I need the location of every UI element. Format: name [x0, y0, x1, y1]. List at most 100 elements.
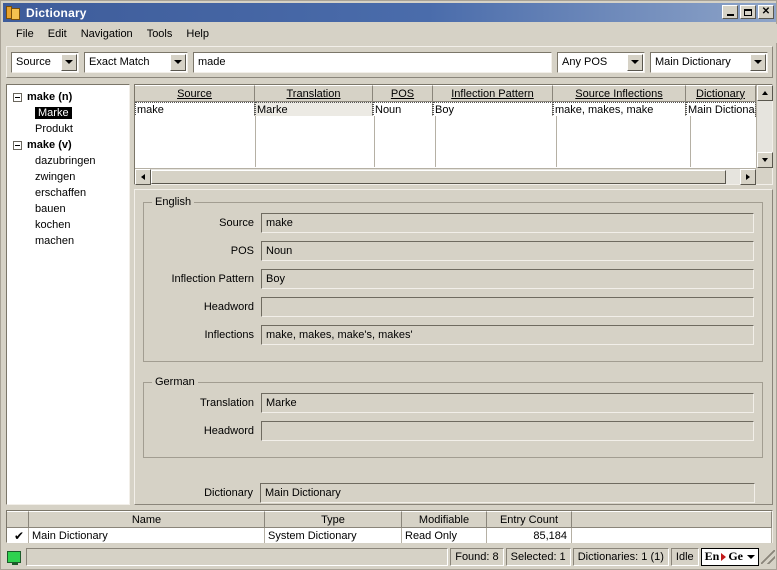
tree-node-label: machen	[35, 235, 75, 247]
status-dictionaries: Dictionaries: 1 (1)	[572, 547, 669, 566]
table-vertical-scrollbar[interactable]	[756, 85, 773, 168]
scroll-left-button[interactable]	[135, 168, 151, 185]
row-checkbox[interactable]: ✔	[7, 528, 29, 543]
hscroll-thumb[interactable]	[151, 169, 726, 184]
match-mode-combo[interactable]: Exact Match	[84, 51, 188, 73]
column-header-check[interactable]	[7, 511, 29, 527]
maximize-button[interactable]	[740, 5, 756, 19]
chevron-down-icon[interactable]	[61, 53, 77, 71]
cell-source-inflections[interactable]: make, makes, make	[553, 102, 686, 117]
field-value-inflection-pattern[interactable]: Boy	[261, 269, 754, 289]
status-state: Idle	[670, 547, 699, 566]
cell-entry-count: 85,184	[487, 528, 572, 543]
dictionary-filter-combo[interactable]: Main Dictionary	[650, 51, 768, 73]
collapse-icon[interactable]	[13, 92, 22, 102]
field-translation: Translation Marke	[144, 392, 754, 414]
tree-node-make-n[interactable]: make (n)	[7, 89, 129, 105]
tree-node-label: bauen	[35, 203, 66, 215]
tree-node-dazubringen[interactable]: dazubringen	[7, 153, 129, 169]
column-header-entry-count[interactable]: Entry Count	[487, 511, 572, 527]
column-header-source-inflections[interactable]: Source Inflections	[553, 85, 686, 101]
field-source: Source make	[144, 212, 754, 234]
tree-node-erschaffen[interactable]: erschaffen	[7, 185, 129, 201]
chevron-down-icon[interactable]	[170, 53, 186, 71]
status-bar: Found: 8 Selected: 1 Dictionaries: 1 (1)…	[4, 546, 775, 567]
field-value-inflections[interactable]: make, makes, make's, makes'	[261, 325, 754, 345]
dictionary-list-header: Name Type Modifiable Entry Count	[7, 511, 772, 528]
tree-node-zwingen[interactable]: zwingen	[7, 169, 129, 185]
menu-file[interactable]: File	[9, 26, 41, 42]
results-table: Source Translation POS Inflection Patter…	[134, 84, 773, 185]
menu-edit[interactable]: Edit	[41, 26, 74, 42]
table-header-row: Source Translation POS Inflection Patter…	[135, 85, 756, 102]
table-row[interactable]: make Marke Noun Boy make, makes, make Ma…	[135, 102, 756, 117]
column-header-dictionary[interactable]: Dictionary	[686, 85, 756, 101]
collapse-icon[interactable]	[13, 140, 22, 150]
field-inflections: Inflections make, makes, make's, makes'	[144, 324, 754, 346]
resize-grip[interactable]	[761, 549, 775, 564]
field-value-headword-en[interactable]	[261, 297, 754, 317]
pos-filter-value: Any POS	[562, 56, 608, 68]
menu-navigation[interactable]: Navigation	[74, 26, 140, 42]
field-value-pos[interactable]: Noun	[261, 241, 754, 261]
arrow-right-icon	[721, 552, 727, 561]
language-direction-selector[interactable]: En Ge	[700, 547, 759, 566]
field-label: Inflection Pattern	[171, 273, 254, 285]
tree-node-label: erschaffen	[35, 187, 87, 199]
cell-inflection-pattern[interactable]: Boy	[433, 102, 553, 117]
book-icon	[6, 5, 22, 20]
tree-node-marke[interactable]: Marke	[7, 105, 129, 121]
search-field-combo[interactable]: Source	[11, 51, 79, 73]
cell-modifiable: Read Only	[402, 528, 487, 543]
german-group-title: German	[152, 376, 198, 388]
field-label: Inflections	[204, 329, 254, 341]
results-tree[interactable]: make (n) Marke Produkt make (v) dazubrin…	[6, 84, 130, 505]
column-header-source[interactable]: Source	[135, 85, 255, 101]
tree-node-label: Marke	[35, 107, 72, 119]
field-label: Translation	[199, 397, 254, 409]
column-header-name[interactable]: Name	[29, 511, 265, 527]
chevron-down-icon[interactable]	[627, 53, 643, 71]
match-mode-value: Exact Match	[89, 56, 150, 68]
tree-node-produkt[interactable]: Produkt	[7, 121, 129, 137]
column-header-inflection-pattern[interactable]: Inflection Pattern	[433, 85, 553, 101]
tree-node-label: dazubringen	[35, 155, 96, 167]
minimize-button[interactable]	[722, 5, 738, 19]
menu-help[interactable]: Help	[179, 26, 216, 42]
window-controls: ✕	[722, 5, 774, 19]
chevron-down-icon[interactable]	[750, 53, 766, 71]
cell-source[interactable]: make	[135, 102, 255, 117]
status-selected: Selected: 1	[505, 547, 571, 566]
column-header-extra[interactable]	[572, 511, 772, 527]
pos-filter-combo[interactable]: Any POS	[557, 51, 645, 73]
search-input[interactable]: made	[193, 51, 552, 73]
tree-node-make-v[interactable]: make (v)	[7, 137, 129, 153]
tree-node-kochen[interactable]: kochen	[7, 217, 129, 233]
cell-translation[interactable]: Marke	[255, 102, 373, 117]
scroll-up-button[interactable]	[757, 85, 773, 101]
menu-tools[interactable]: Tools	[140, 26, 180, 42]
scroll-down-button[interactable]	[757, 152, 773, 168]
field-value-dictionary[interactable]: Main Dictionary	[260, 483, 755, 503]
close-icon[interactable]: ✕	[758, 5, 774, 19]
tree-node-bauen[interactable]: bauen	[7, 201, 129, 217]
field-value-source[interactable]: make	[261, 213, 754, 233]
column-header-type[interactable]: Type	[265, 511, 402, 527]
column-header-modifiable[interactable]: Modifiable	[402, 511, 487, 527]
chevron-down-icon[interactable]	[747, 554, 755, 559]
column-header-translation[interactable]: Translation	[255, 85, 373, 101]
cell-dictionary[interactable]: Main Dictiona	[686, 102, 756, 117]
dictionary-list-row[interactable]: ✔ Main Dictionary System Dictionary Read…	[7, 528, 772, 543]
field-headword-en: Headword	[144, 296, 754, 318]
field-value-headword-de[interactable]	[261, 421, 754, 441]
menu-bar: File Edit Navigation Tools Help	[3, 24, 777, 43]
column-header-pos[interactable]: POS	[373, 85, 433, 101]
tree-node-machen[interactable]: machen	[7, 233, 129, 249]
field-label: POS	[230, 245, 254, 257]
tree-node-label: Produkt	[35, 123, 73, 135]
cell-pos[interactable]: Noun	[373, 102, 433, 117]
table-horizontal-scrollbar[interactable]	[135, 168, 756, 185]
scroll-right-button[interactable]	[740, 168, 756, 185]
tree-node-label: make (n)	[27, 91, 73, 103]
field-value-translation[interactable]: Marke	[261, 393, 754, 413]
